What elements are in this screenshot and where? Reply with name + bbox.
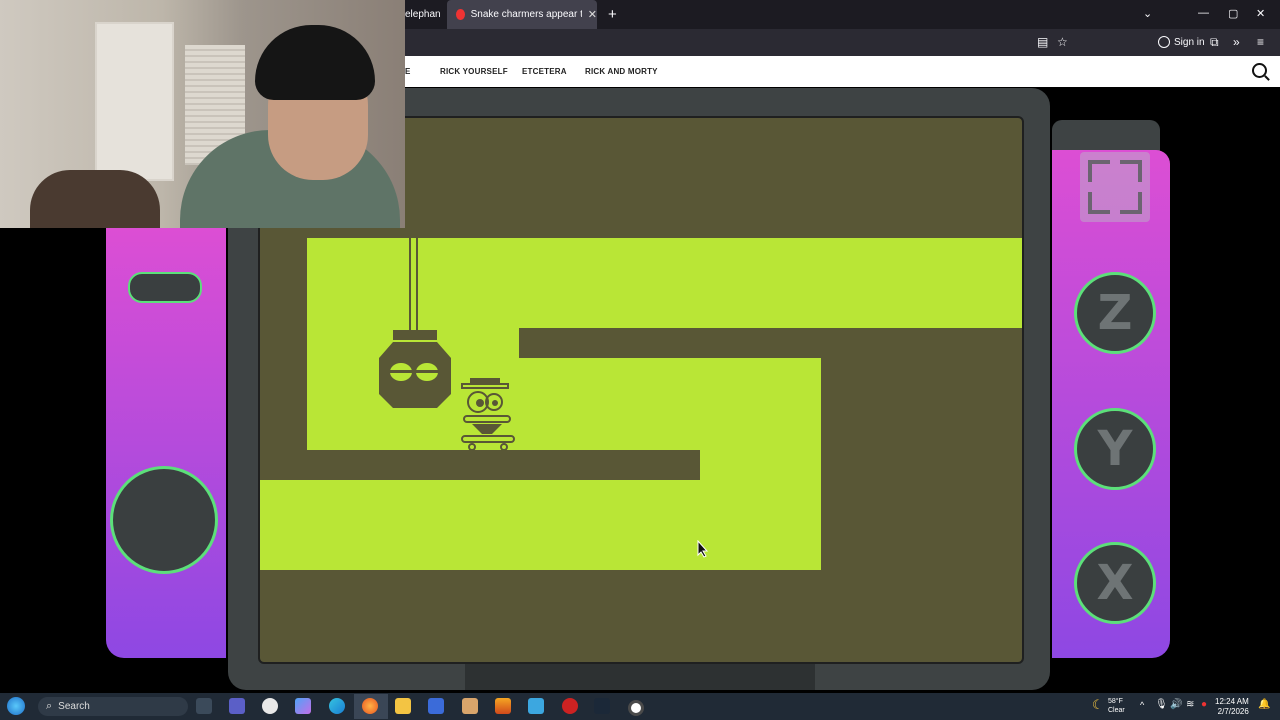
weather-desc: Clear	[1108, 707, 1125, 714]
copilot-icon[interactable]	[295, 698, 311, 714]
app-icon[interactable]	[262, 698, 278, 714]
site-favicon-icon	[456, 9, 465, 20]
webcam-person-beanie	[255, 25, 375, 100]
level-corridor-bottom	[260, 480, 821, 570]
search-placeholder: Search	[58, 701, 90, 712]
nav-item-partial[interactable]: E	[405, 67, 411, 76]
bookmark-star-icon[interactable]: ☆	[1057, 35, 1068, 49]
x-button[interactable]: X	[1074, 542, 1156, 624]
nav-item-rick-and-morty[interactable]: RICK AND MORTY	[585, 67, 658, 76]
webcam-door	[95, 22, 174, 181]
new-tab-button[interactable]: +	[608, 6, 617, 23]
browser-toolbar	[405, 29, 1280, 56]
mouse-cursor-icon	[697, 540, 709, 558]
tray-chevron-icon[interactable]: ^	[1140, 700, 1144, 710]
moon-weather-icon: ☾	[1092, 697, 1104, 712]
webcam-chair	[30, 170, 160, 228]
app-tray-icon[interactable]: ●	[1201, 699, 1207, 710]
app-icon[interactable]	[562, 698, 578, 714]
taskbar-clock[interactable]: 12:24 AM 2/7/2026	[1215, 697, 1249, 717]
weather-widget[interactable]: 58°F Clear	[1108, 697, 1125, 715]
tab-title: elephan	[405, 9, 441, 20]
maximize-button[interactable]: ▢	[1228, 7, 1238, 20]
speaker-icon[interactable]: 🔊	[1170, 699, 1182, 710]
extensions-icon[interactable]: ⧉	[1210, 35, 1219, 50]
start-button[interactable]	[7, 697, 25, 715]
firefox-icon[interactable]	[362, 698, 378, 714]
close-icon[interactable]: ✕	[588, 8, 597, 21]
level-floor-platform	[307, 450, 700, 480]
sign-in-label: Sign in	[1174, 36, 1205, 48]
task-view-icon[interactable]	[196, 698, 212, 714]
clock-time: 12:24 AM	[1215, 697, 1249, 706]
close-window-button[interactable]: ✕	[1256, 7, 1265, 20]
sign-in-button[interactable]: Sign in	[1158, 36, 1205, 48]
overflow-chevrons-icon[interactable]: »	[1233, 35, 1240, 49]
browser-tab-elephant[interactable]: elephan ✕	[405, 0, 445, 29]
wifi-icon[interactable]: ≋	[1186, 699, 1194, 710]
taskbar-search[interactable]: ⌕ Search	[38, 697, 188, 716]
tab-list-chevron-icon[interactable]: ⌄	[1143, 7, 1152, 20]
search-icon[interactable]	[1252, 63, 1267, 78]
microphone-icon[interactable]: 🎙	[1155, 699, 1168, 710]
edge-icon[interactable]	[329, 698, 345, 714]
level-gap	[700, 450, 821, 480]
tab-title: Snake charmers appear to hypn	[470, 9, 582, 20]
steam-icon[interactable]	[594, 698, 610, 714]
search-icon: ⌕	[46, 700, 53, 712]
obs-icon[interactable]	[628, 700, 644, 716]
app-icon[interactable]	[528, 698, 544, 714]
nav-item-etcetera[interactable]: ETCETERA	[522, 67, 567, 76]
nav-item-rick-yourself[interactable]: RICK YOURSELF	[440, 67, 508, 76]
device-frame-base	[465, 660, 815, 690]
joystick[interactable]	[110, 466, 218, 574]
fl-studio-icon[interactable]	[495, 698, 511, 714]
player-character	[461, 378, 515, 451]
menu-hamburger-icon[interactable]: ≡	[1257, 35, 1264, 49]
clock-date: 2/7/2026	[1217, 707, 1249, 716]
crusher-enemy	[379, 238, 451, 408]
reader-view-icon[interactable]: ▤	[1037, 35, 1048, 49]
y-button[interactable]: Y	[1074, 408, 1156, 490]
account-icon	[1158, 36, 1170, 48]
level-wall-ledge	[519, 328, 1022, 358]
app-icon[interactable]	[462, 698, 478, 714]
weather-temp: 58°F	[1108, 698, 1123, 705]
level-room-middle	[519, 358, 821, 450]
select-button[interactable]	[128, 272, 202, 303]
teams-icon[interactable]	[229, 698, 245, 714]
browser-tab-snake-charmers[interactable]: Snake charmers appear to hypn ✕	[447, 0, 597, 29]
fullscreen-expand-icon[interactable]	[1080, 152, 1150, 222]
store-icon[interactable]	[428, 698, 444, 714]
file-explorer-icon[interactable]	[395, 698, 411, 714]
z-button[interactable]: Z	[1074, 272, 1156, 354]
minimize-button[interactable]: —	[1198, 7, 1209, 19]
notification-bell-icon[interactable]: 🔔	[1258, 699, 1270, 710]
webcam-overlay	[0, 0, 405, 228]
